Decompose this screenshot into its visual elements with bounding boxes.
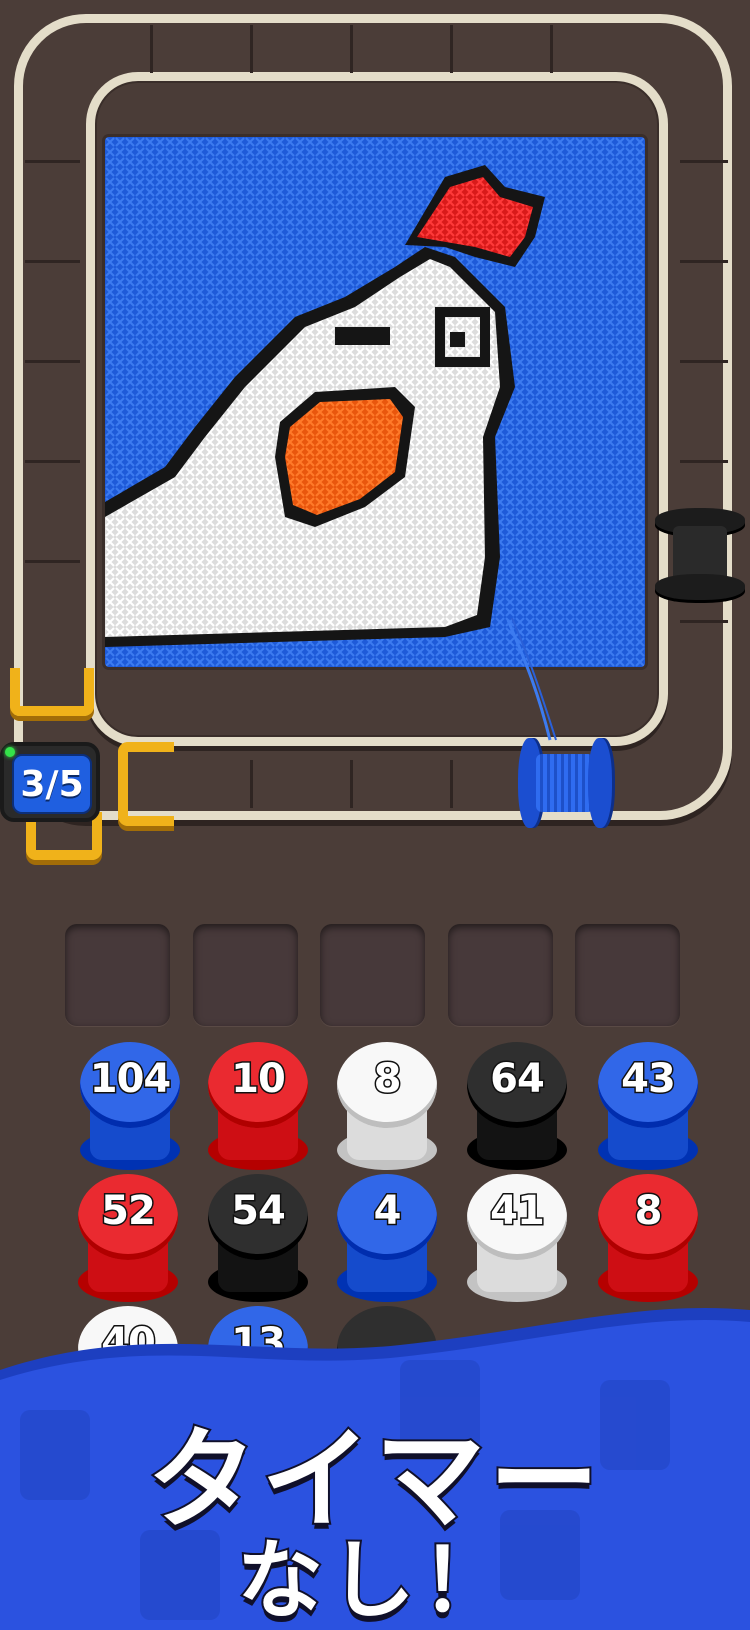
track-end-clip-bottom xyxy=(118,742,174,826)
thread-line xyxy=(506,617,557,741)
spool[interactable]: 10 xyxy=(208,1042,308,1172)
spool[interactable]: 4 xyxy=(337,1174,437,1304)
spool[interactable]: 54 xyxy=(208,1174,308,1304)
spool-slot-2[interactable] xyxy=(193,924,298,1026)
spool[interactable]: 43 xyxy=(598,1042,698,1172)
progress-counter: 3/5 xyxy=(0,742,100,822)
spool[interactable]: 64 xyxy=(467,1042,567,1172)
chicken-picture xyxy=(105,137,645,667)
track-spool-blue[interactable] xyxy=(518,738,614,828)
spool[interactable]: 41 xyxy=(467,1174,567,1304)
track-end-clip-top xyxy=(10,668,94,716)
spool-slot-1[interactable] xyxy=(65,924,170,1026)
spool[interactable]: 104 xyxy=(80,1042,180,1172)
spool-slot-4[interactable] xyxy=(448,924,553,1026)
spool[interactable]: 52 xyxy=(78,1174,178,1304)
cross-stitch-canvas xyxy=(105,137,645,667)
spool-slot-5[interactable] xyxy=(575,924,680,1026)
spool[interactable]: 8 xyxy=(598,1174,698,1304)
spool[interactable]: 8 xyxy=(337,1042,437,1172)
spool-slot-3[interactable] xyxy=(320,924,425,1026)
progress-label: 3/5 xyxy=(12,754,92,814)
banner-line-2: なし！ xyxy=(235,1529,513,1630)
track-spool-black[interactable] xyxy=(655,508,745,600)
status-led xyxy=(5,747,15,757)
game-screen: 3/5 104 10 8 64 43 52 54 4 41 8 40 13 タイ… xyxy=(0,0,750,1630)
